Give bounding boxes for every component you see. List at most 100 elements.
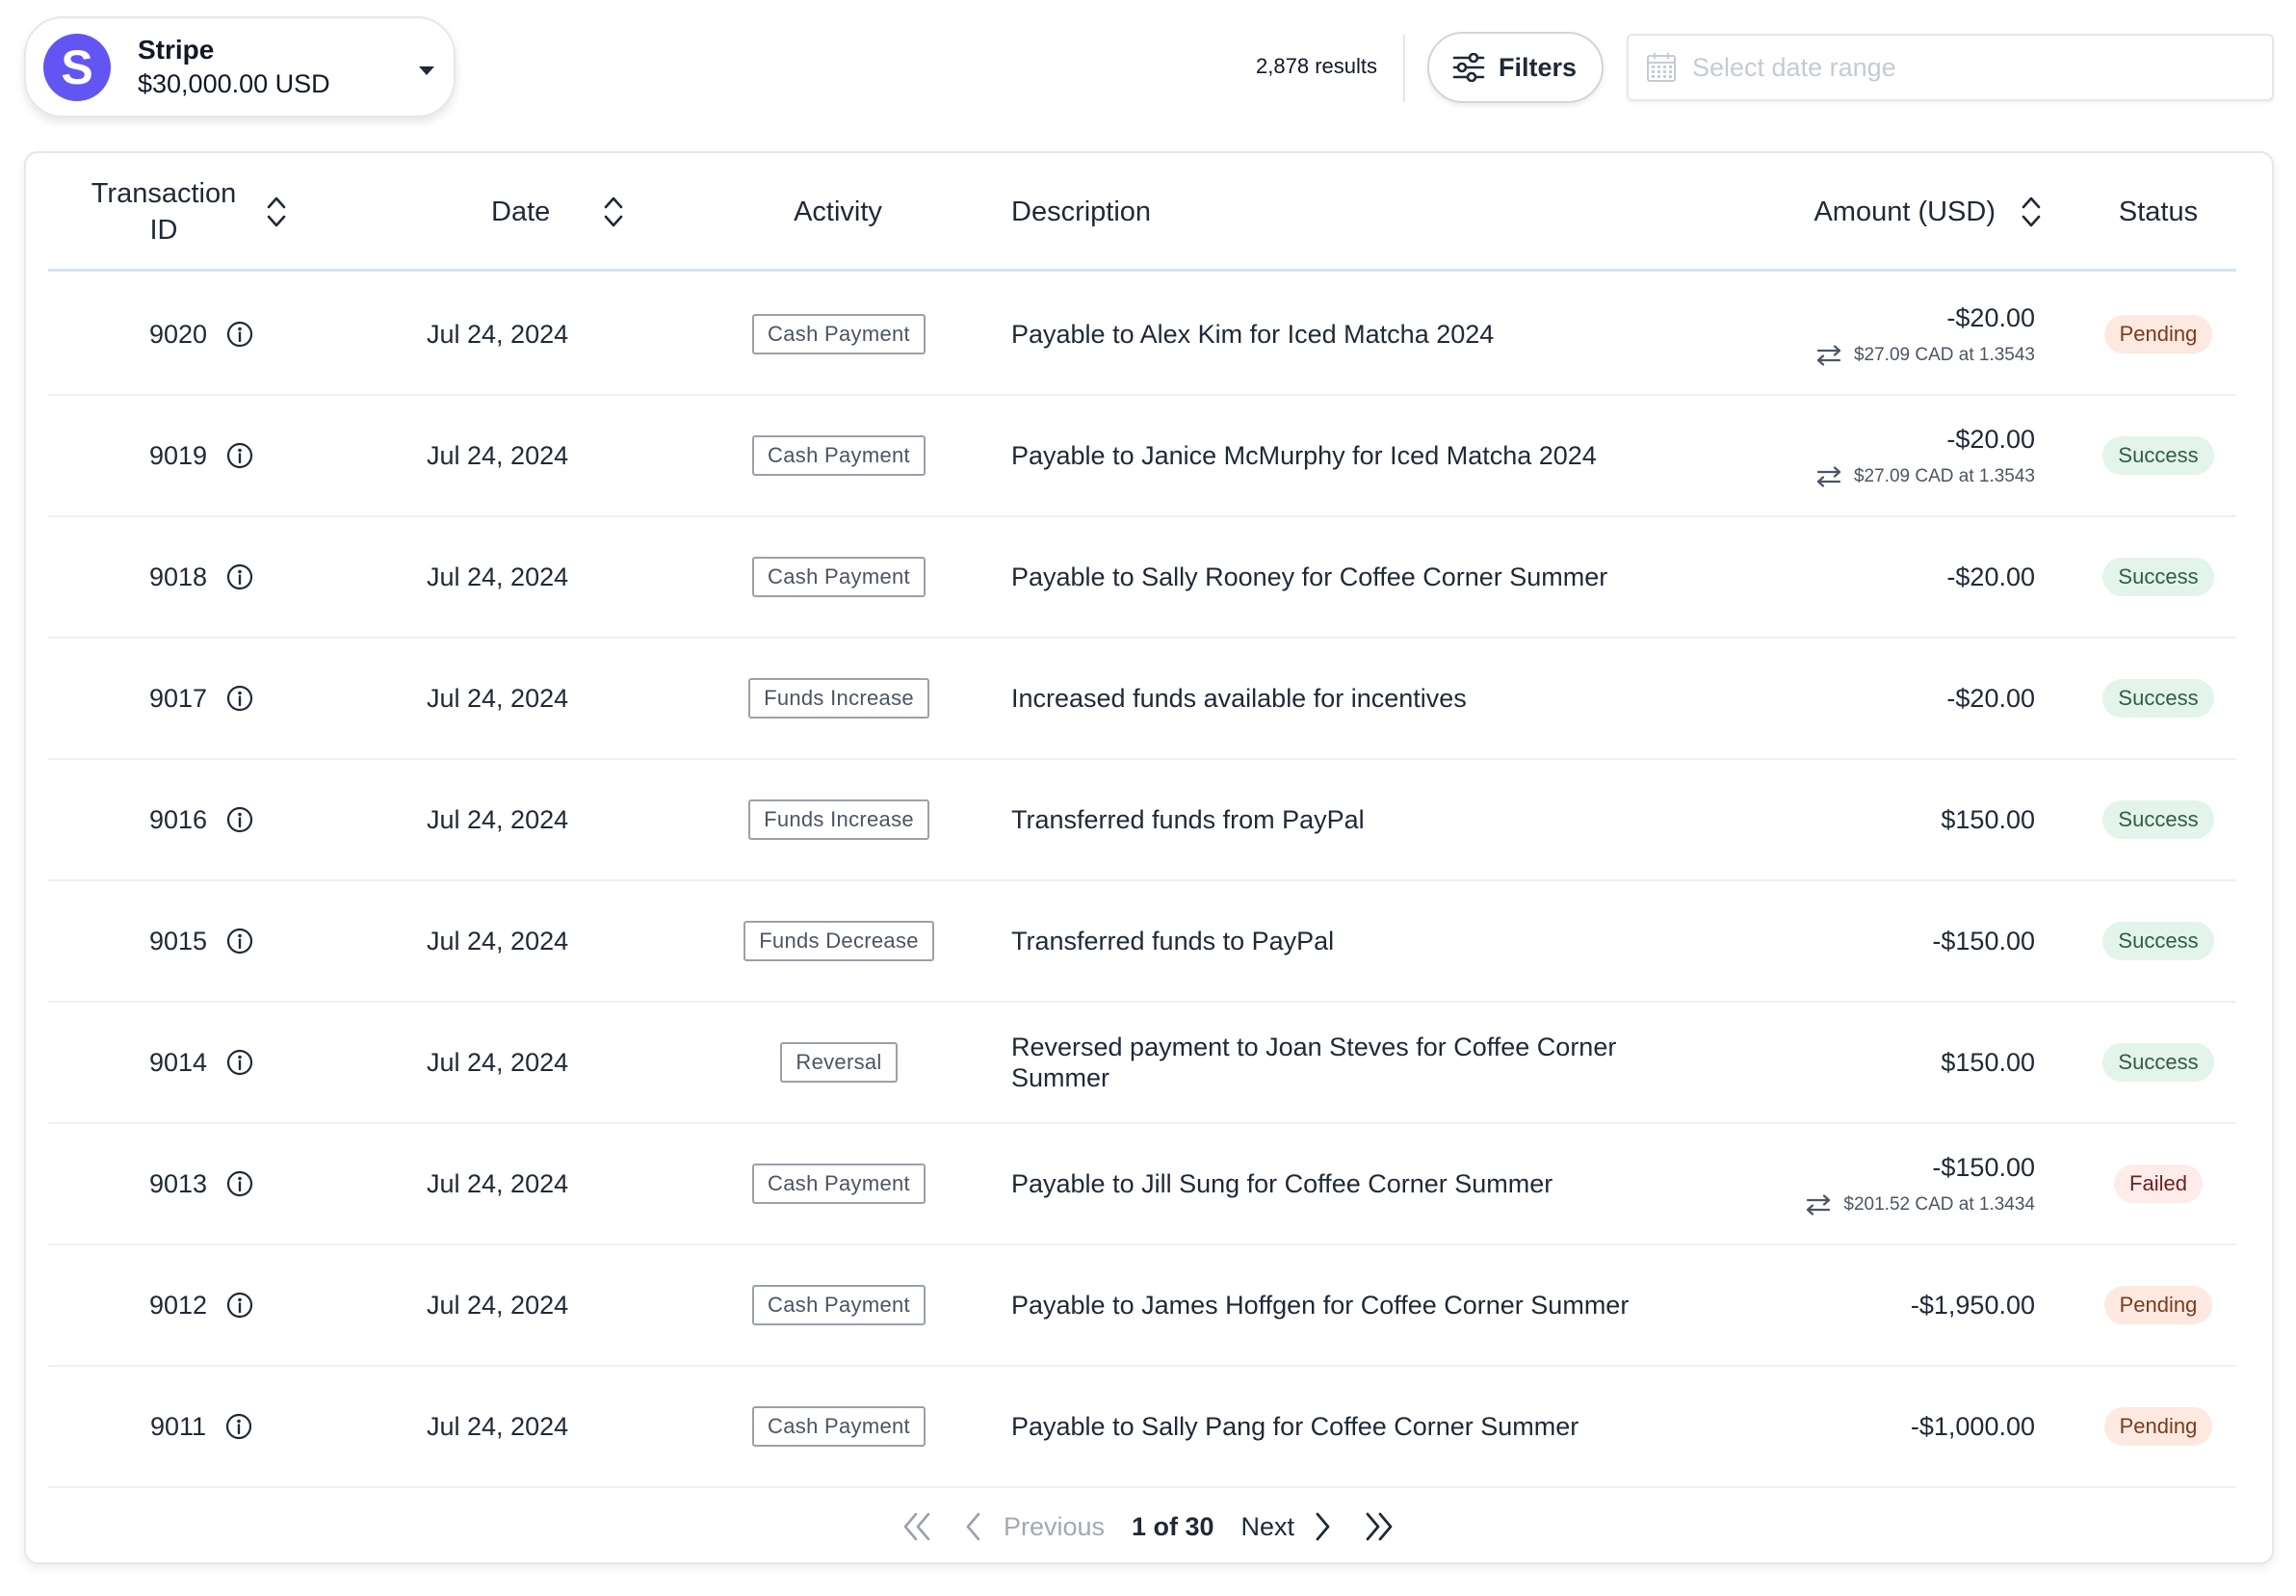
activity-tag: Cash Payment xyxy=(752,557,926,597)
amount-value: -$1,950.00 xyxy=(1910,1290,2035,1320)
info-circle-icon[interactable] xyxy=(226,563,253,590)
transaction-id-cell: 9016 xyxy=(48,760,354,879)
header-transaction-id[interactable]: Transaction ID xyxy=(87,152,318,272)
header-date[interactable]: Date xyxy=(438,152,669,272)
transaction-id-cell: 9019 xyxy=(48,396,354,515)
transaction-id-cell: 9020 xyxy=(48,275,354,394)
double-chevron-right-icon xyxy=(1366,1512,1393,1541)
description-cell: Payable to Jill Sung for Coffee Corner S… xyxy=(1011,1169,1553,1198)
sort-chevrons-icon[interactable] xyxy=(266,194,287,230)
table-row[interactable]: 9020 Jul 24, 2024 Cash Payment Payable t… xyxy=(48,275,2236,396)
status-badge: Success xyxy=(2102,1043,2214,1082)
table-row[interactable]: 9012 Jul 24, 2024 Cash Payment Payable t… xyxy=(48,1245,2236,1367)
info-circle-icon[interactable] xyxy=(226,1049,253,1076)
previous-button[interactable]: Previous xyxy=(963,1511,1105,1542)
filters-label: Filters xyxy=(1499,52,1578,82)
date-cell: Jul 24, 2024 xyxy=(427,1411,569,1441)
description-cell: Payable to Janice McMurphy for Iced Matc… xyxy=(1011,441,1597,470)
transaction-id: 9013 xyxy=(148,1168,208,1198)
description-cell: Payable to James Hoffgen for Coffee Corn… xyxy=(1011,1291,1630,1320)
status-cell: Success xyxy=(2080,396,2236,515)
transaction-id: 9020 xyxy=(148,319,208,349)
description-cell: Payable to Sally Pang for Coffee Corner … xyxy=(1011,1412,1579,1441)
date-cell: Jul 24, 2024 xyxy=(427,1290,569,1320)
account-name: Stripe xyxy=(138,35,215,65)
exchange-arrows-icon xyxy=(1807,1193,1831,1216)
amount-value: -$150.00 xyxy=(1932,926,2035,955)
status-cell: Pending xyxy=(2080,1245,2236,1365)
transaction-id-cell: 9015 xyxy=(48,881,354,1001)
activity-tag: Funds Increase xyxy=(748,799,929,840)
info-circle-icon[interactable] xyxy=(226,321,253,348)
date-range-field[interactable] xyxy=(1627,34,2274,101)
info-circle-icon[interactable] xyxy=(226,1292,253,1319)
activity-tag: Cash Payment xyxy=(752,1406,926,1447)
transaction-id-cell: 9018 xyxy=(48,517,354,637)
header-description: Description xyxy=(1011,196,1152,227)
transaction-id: 9019 xyxy=(148,440,208,470)
status-cell: Success xyxy=(2080,517,2236,637)
account-switcher[interactable]: S Stripe $30,000.00 USD xyxy=(24,16,456,118)
activity-cell: Funds Decrease xyxy=(703,881,975,1001)
sort-chevrons-icon[interactable] xyxy=(2021,194,2042,230)
status-badge: Success xyxy=(2102,679,2214,718)
caret-down-icon[interactable] xyxy=(419,66,434,75)
amount-value: -$1,000.00 xyxy=(1910,1411,2035,1441)
amount-cell: $150.00 xyxy=(1705,1003,2035,1122)
last-page-button[interactable] xyxy=(1362,1511,1395,1542)
table-row[interactable]: 9011 Jul 24, 2024 Cash Payment Payable t… xyxy=(48,1367,2236,1488)
previous-label: Previous xyxy=(1003,1511,1105,1541)
table-row[interactable]: 9013 Jul 24, 2024 Cash Payment Payable t… xyxy=(48,1124,2236,1245)
status-badge: Success xyxy=(2102,922,2214,960)
chevron-right-icon xyxy=(1316,1512,1330,1541)
sort-chevrons-icon[interactable] xyxy=(603,194,624,230)
description-cell: Reversed payment to Joan Steves for Coff… xyxy=(1011,1033,1617,1092)
status-badge: Success xyxy=(2102,436,2214,475)
activity-cell: Funds Increase xyxy=(703,639,975,758)
info-circle-icon[interactable] xyxy=(225,1413,252,1440)
header-status: Status xyxy=(2118,196,2199,227)
activity-tag: Funds Increase xyxy=(748,678,929,719)
transaction-id-cell: 9012 xyxy=(48,1245,354,1365)
amount-cell: -$20.00 xyxy=(1705,639,2035,758)
double-chevron-left-icon xyxy=(903,1512,930,1541)
header-activity: Activity xyxy=(794,196,882,227)
table-row[interactable]: 9019 Jul 24, 2024 Cash Payment Payable t… xyxy=(48,396,2236,517)
status-cell: Success xyxy=(2080,639,2236,758)
table-row[interactable]: 9017 Jul 24, 2024 Funds Increase Increas… xyxy=(48,639,2236,760)
amount-cell: $150.00 xyxy=(1705,760,2035,879)
transaction-id: 9015 xyxy=(148,926,208,955)
date-cell: Jul 24, 2024 xyxy=(427,1047,569,1077)
amount-value: -$20.00 xyxy=(1946,302,2035,332)
amount-value: -$20.00 xyxy=(1946,562,2035,591)
status-cell: Success xyxy=(2080,1003,2236,1122)
amount-cell: -$20.00 $27.09 CAD at 1.3543 xyxy=(1705,275,2035,394)
account-logo: S xyxy=(43,33,111,101)
table-row[interactable]: 9015 Jul 24, 2024 Funds Decrease Transfe… xyxy=(48,881,2236,1003)
first-page-button[interactable] xyxy=(901,1511,934,1542)
table-row[interactable]: 9014 Jul 24, 2024 Reversal Reversed paym… xyxy=(48,1003,2236,1124)
transaction-id: 9016 xyxy=(148,804,208,834)
info-circle-icon[interactable] xyxy=(226,685,253,712)
header-amount[interactable]: Amount (USD) xyxy=(1724,152,2042,272)
next-button[interactable]: Next xyxy=(1241,1511,1334,1542)
filters-button[interactable]: Filters xyxy=(1427,32,1604,103)
table-row[interactable]: 9018 Jul 24, 2024 Cash Payment Payable t… xyxy=(48,517,2236,639)
status-cell: Pending xyxy=(2080,1367,2236,1486)
info-circle-icon[interactable] xyxy=(226,928,253,955)
amount-cell: -$1,000.00 xyxy=(1705,1367,2035,1486)
transaction-id: 9018 xyxy=(148,562,208,591)
amount-cell: -$20.00 xyxy=(1705,517,2035,637)
info-circle-icon[interactable] xyxy=(226,442,253,469)
info-circle-icon[interactable] xyxy=(226,806,253,833)
transaction-id-cell: 9011 xyxy=(48,1367,354,1486)
date-cell: Jul 24, 2024 xyxy=(427,926,569,955)
date-range-input[interactable] xyxy=(1692,52,2231,83)
activity-tag: Cash Payment xyxy=(752,1285,926,1325)
account-balance: $30,000.00 USD xyxy=(138,69,330,98)
table-row[interactable]: 9016 Jul 24, 2024 Funds Increase Transfe… xyxy=(48,760,2236,881)
activity-tag: Cash Payment xyxy=(752,314,926,354)
status-cell: Pending xyxy=(2080,275,2236,394)
activity-tag: Reversal xyxy=(780,1042,898,1083)
info-circle-icon[interactable] xyxy=(226,1170,253,1197)
